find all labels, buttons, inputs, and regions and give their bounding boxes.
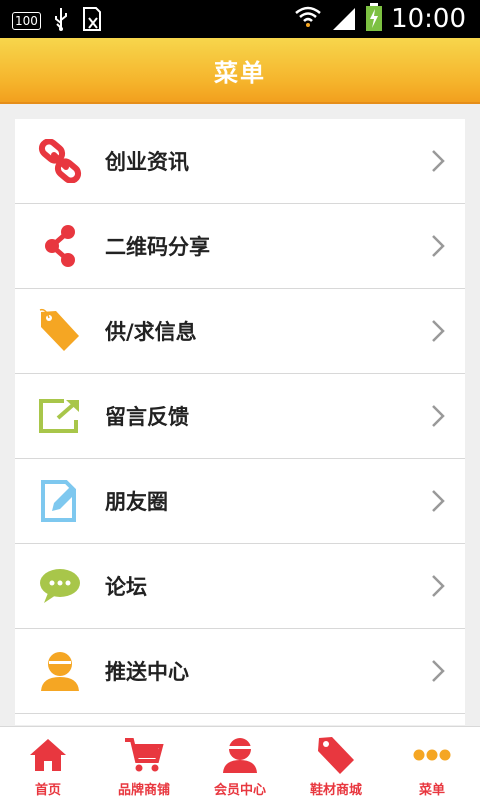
menu-item-supply-demand[interactable]: 供/求信息 <box>15 289 465 374</box>
menu-item-label: 朋友圈 <box>105 490 168 514</box>
menu-item-moments[interactable]: 朋友圈 <box>15 459 465 544</box>
title-bar: 菜单 <box>0 38 480 102</box>
signal-strength-icon <box>331 2 357 36</box>
link-icon <box>15 119 105 204</box>
chevron-right-icon <box>432 235 445 257</box>
page-title: 菜单 <box>214 58 266 87</box>
cart-icon <box>122 735 166 775</box>
chevron-right-icon <box>432 405 445 427</box>
chevron-right-icon <box>432 575 445 597</box>
chat-bubble-icon <box>15 544 105 629</box>
menu-item-startup-news[interactable]: 创业资讯 <box>15 119 465 204</box>
tab-label: 会员中心 <box>213 783 266 798</box>
chevron-right-icon <box>432 320 445 342</box>
tab-label: 品牌商铺 <box>117 783 170 798</box>
tab-label: 鞋材商城 <box>309 783 362 798</box>
menu-item-partial <box>15 714 465 725</box>
battery-icon <box>365 2 383 36</box>
chevron-right-icon <box>432 660 445 682</box>
menu-item-push-center[interactable]: 推送中心 <box>15 629 465 714</box>
tab-label: 菜单 <box>418 783 445 798</box>
menu-item-qr-share[interactable]: 二维码分享 <box>15 204 465 289</box>
more-dots-icon <box>410 735 454 775</box>
tab-shoe-material-mall[interactable]: 鞋材商城 <box>288 727 384 800</box>
menu-item-label: 论坛 <box>105 575 147 599</box>
tab-home[interactable]: 首页 <box>0 727 96 800</box>
tab-brand-shops[interactable]: 品牌商铺 <box>96 727 192 800</box>
menu-item-label: 供/求信息 <box>105 320 197 344</box>
edit-icon <box>15 459 105 544</box>
sale-tag-icon <box>15 289 105 374</box>
share-icon <box>15 204 105 289</box>
user-icon <box>15 629 105 714</box>
menu-item-label: 留言反馈 <box>105 405 189 429</box>
menu-item-label: 二维码分享 <box>105 235 210 259</box>
battery-percent-badge: 100 <box>12 12 41 30</box>
wifi-icon <box>293 2 323 36</box>
tab-label: 首页 <box>34 783 61 798</box>
menu-item-label: 推送中心 <box>105 660 189 684</box>
menu-item-feedback[interactable]: 留言反馈 <box>15 374 465 459</box>
usb-icon <box>51 6 71 36</box>
title-bar-divider <box>0 102 480 104</box>
chevron-right-icon <box>432 150 445 172</box>
home-icon <box>26 735 70 775</box>
sale-tag-icon <box>314 735 358 775</box>
member-icon <box>218 735 262 775</box>
tab-menu[interactable]: 菜单 <box>384 727 480 800</box>
tab-member-center[interactable]: 会员中心 <box>192 727 288 800</box>
status-bar: 100 10:00 <box>0 0 480 38</box>
clock: 10:00 <box>391 4 466 34</box>
sim-card-icon <box>81 6 103 36</box>
export-icon <box>15 374 105 459</box>
chevron-right-icon <box>432 490 445 512</box>
menu-item-forum[interactable]: 论坛 <box>15 544 465 629</box>
menu-item-label: 创业资讯 <box>105 150 189 174</box>
bottom-tab-bar: 首页 品牌商铺 会员中心 鞋材商城 菜单 <box>0 726 480 800</box>
menu-list: 创业资讯 二维码分享 供/求信息 留言反馈 朋友圈 论坛 推送中心 <box>15 119 465 725</box>
